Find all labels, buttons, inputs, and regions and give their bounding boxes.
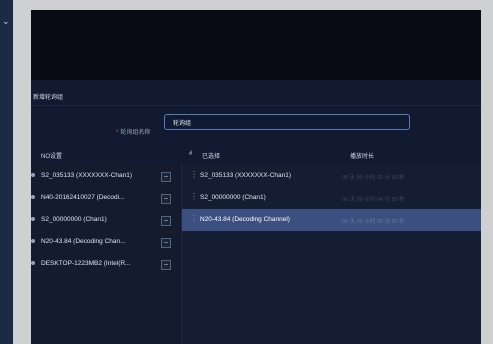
app-window: 新增轮询组 * 轮询组名称 轮询组 NO设置 S2_035133 (XXXXXXX…: [31, 10, 481, 344]
required-marker: *: [116, 130, 119, 136]
chevron-down-icon[interactable]: ⌄: [2, 16, 10, 27]
device-label: N40-20162410027 (Decodi...: [41, 194, 125, 201]
drag-handle-icon[interactable]: ⋮: [190, 192, 198, 201]
add-checkbox[interactable]: [161, 194, 171, 204]
left-list-header: NO设置: [41, 154, 63, 160]
tree-node-icon: [31, 173, 35, 177]
selected-row[interactable]: ⋮ S2_00000000 (Chan1) 00 天 00 小时 04 分 30…: [182, 187, 481, 209]
divider: [31, 105, 481, 106]
selected-device-label: N20-43.84 (Decoding Channel): [200, 216, 290, 223]
selected-device-label: S2_00000000 (Chan1): [200, 194, 266, 201]
device-label: N20-43.84 (Decoding Chan...: [41, 238, 126, 245]
group-name-input[interactable]: 轮询组: [164, 114, 410, 130]
device-label: S2_00000000 (Chan1): [41, 216, 107, 223]
duration-field[interactable]: 00 天 00 小时 00 分 30 秒: [342, 217, 405, 225]
selected-devices-panel: # 已选择 播放时长 ⋮ S2_035133 (XXXXXXX-Chan1) 0…: [181, 151, 481, 344]
duration-field[interactable]: 00 天 00 小时 04 分 30 秒: [342, 195, 405, 203]
add-checkbox[interactable]: [161, 216, 171, 226]
add-checkbox[interactable]: [161, 260, 171, 270]
duration-field[interactable]: 00 天 00 小时 01 分 30 秒: [342, 173, 405, 181]
group-name-value: 轮询组: [173, 121, 192, 127]
available-devices-panel: NO设置 S2_035133 (XXXXXXX-Chan1) N40-20162…: [31, 154, 179, 344]
add-checkbox[interactable]: [161, 172, 171, 182]
list-item[interactable]: S2_00000000 (Chan1): [31, 209, 179, 231]
list-item[interactable]: N20-43.84 (Decoding Chan...: [31, 231, 179, 253]
tree-node-icon: [31, 195, 35, 199]
name-label-text: 轮询组名称: [120, 130, 151, 136]
selected-column-header: 已选择: [202, 154, 221, 160]
device-label: DESKTOP-1223MB2 (Intel(R...: [41, 260, 131, 267]
selected-row[interactable]: ⋮ S2_035133 (XXXXXXX-Chan1) 00 天 00 小时 0…: [182, 165, 481, 187]
selected-row[interactable]: ⋮ N20-43.84 (Decoding Channel) 00 天 00 小…: [182, 209, 481, 231]
selected-device-label: S2_035133 (XXXXXXX-Chan1): [200, 172, 292, 179]
sort-column-header: #: [189, 151, 193, 157]
name-label: * 轮询组名称: [116, 127, 150, 136]
device-label: S2_035133 (XXXXXXX-Chan1): [41, 172, 133, 179]
drag-handle-icon[interactable]: ⋮: [190, 170, 198, 179]
top-bar: [31, 10, 481, 80]
add-checkbox[interactable]: [161, 238, 171, 248]
tree-node-icon: [31, 261, 35, 265]
tree-node-icon: [31, 217, 35, 221]
list-item[interactable]: DESKTOP-1223MB2 (Intel(R...: [31, 253, 179, 275]
duration-column-header: 播放时长: [350, 154, 375, 160]
list-item[interactable]: S2_035133 (XXXXXXX-Chan1): [31, 165, 179, 187]
dialog-title: 新增轮询组: [33, 95, 64, 101]
list-item[interactable]: N40-20162410027 (Decodi...: [31, 187, 179, 209]
tree-node-icon: [31, 239, 35, 243]
polling-group-dialog: 新增轮询组 * 轮询组名称 轮询组 NO设置 S2_035133 (XXXXXXX…: [31, 80, 481, 344]
drag-handle-icon[interactable]: ⋮: [190, 214, 198, 223]
app-sidebar: ⌄: [0, 0, 13, 344]
